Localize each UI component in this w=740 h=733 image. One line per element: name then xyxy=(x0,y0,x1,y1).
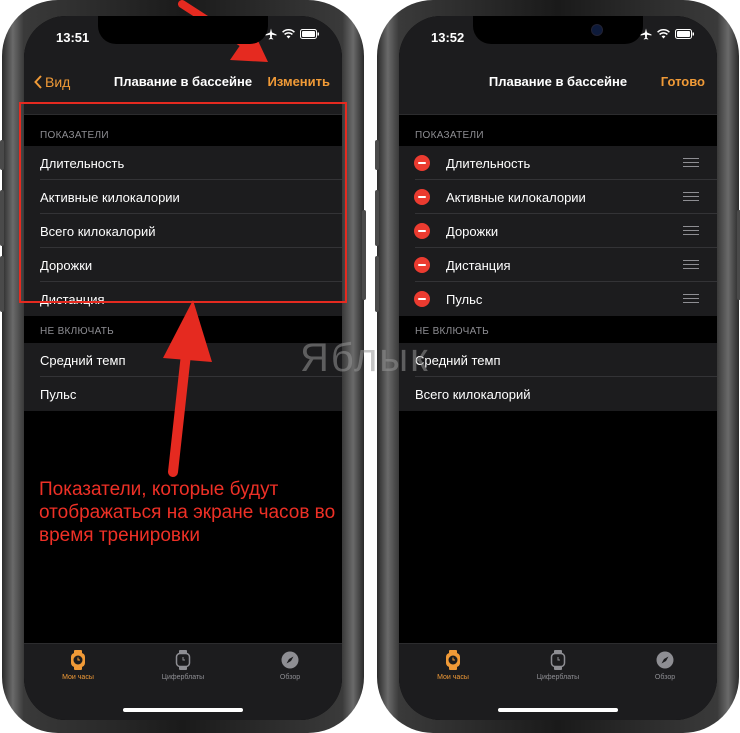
watermark: Яблык xyxy=(300,336,430,380)
notch xyxy=(98,16,268,44)
front-camera xyxy=(591,24,603,36)
annotation-text: Показатели, которые будут отображаться н… xyxy=(39,479,336,546)
notch xyxy=(473,16,643,44)
arrow-to-list-icon xyxy=(163,300,212,477)
